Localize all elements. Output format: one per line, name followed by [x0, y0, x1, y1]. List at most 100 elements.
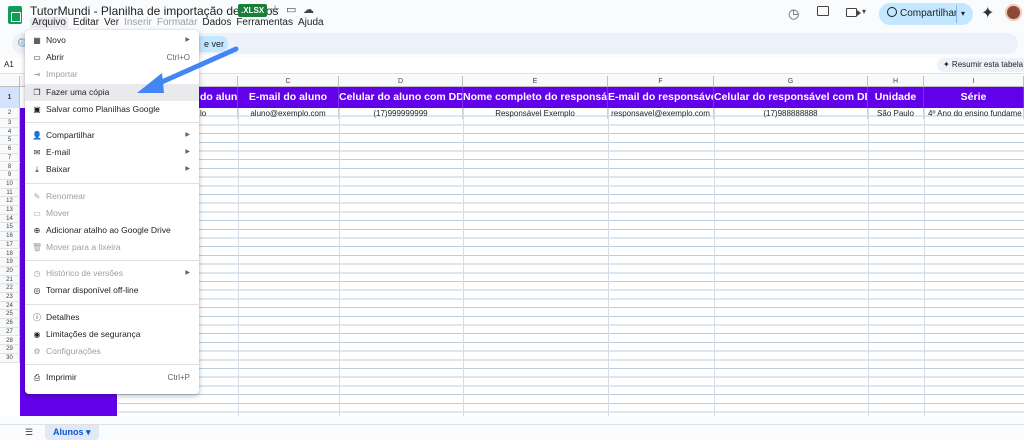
column-header[interactable]: H — [868, 76, 924, 87]
menu-item-compartilhar[interactable]: 👤 Compartilhar ▶ — [25, 127, 199, 144]
share-options-chevron-icon[interactable]: ▾ — [961, 3, 965, 25]
move-folder-icon[interactable]: ▭ — [286, 3, 296, 16]
menu-item-limitações-de-segurança[interactable]: ◉ Limitações de segurança — [25, 326, 199, 343]
menu-ajuda[interactable]: Ajuda — [298, 17, 324, 28]
all-sheets-menu-icon[interactable]: ☰ — [25, 427, 33, 438]
row-header[interactable]: 17 — [0, 240, 20, 250]
chevron-down-icon[interactable]: ▾ — [862, 7, 866, 16]
cloud-status-icon[interactable]: ☁ — [303, 3, 314, 16]
menu-item-detalhes[interactable]: ⓘ Detalhes — [25, 309, 199, 326]
menu-item-fazer-uma-cópia[interactable]: ❐ Fazer uma cópia — [25, 83, 199, 101]
sheet-tab[interactable]: Alunos ▾ — [45, 425, 99, 440]
row-header[interactable]: 24 — [0, 301, 20, 311]
trash-icon: 🗑 — [32, 243, 43, 253]
menu-arquivo[interactable]: Arquivo — [30, 17, 68, 28]
header-cell[interactable]: Série — [924, 87, 1024, 108]
menu-item-baixar[interactable]: ⤓ Baixar ▶ — [25, 161, 199, 178]
menu-item-label: Mover para a lixeira — [46, 242, 121, 253]
column-divider — [608, 108, 609, 416]
row-header[interactable]: 15 — [0, 223, 20, 233]
row-header[interactable]: 12 — [0, 197, 20, 206]
menu-item-mover[interactable]: ▭ Mover — [25, 205, 199, 222]
column-header[interactable]: G — [714, 76, 868, 87]
meet-icon[interactable] — [846, 8, 861, 17]
column-header[interactable]: C — [238, 76, 339, 87]
menu-separator — [25, 260, 199, 262]
download-icon: ⤓ — [35, 165, 39, 175]
header-cell[interactable]: E-mail do aluno — [238, 87, 339, 108]
menu-item-histórico-de-versões[interactable]: ◷ Histórico de versões ▶ — [25, 265, 199, 282]
row-header[interactable]: 27 — [0, 327, 20, 337]
summarize-table-button[interactable]: ✦ Resumir esta tabela — [937, 58, 1024, 72]
row-header[interactable]: 8 — [0, 162, 20, 172]
row-header[interactable]: 7 — [0, 153, 20, 163]
row-header[interactable]: 4 — [0, 127, 20, 137]
header-cell[interactable]: Unidade — [868, 87, 924, 108]
data-cell[interactable]: responsavel@exemplo.com — [608, 108, 714, 119]
row-header[interactable]: 2 — [0, 108, 20, 119]
data-cell[interactable]: (17)988888888 — [714, 108, 868, 119]
menu-item-imprimir[interactable]: ⎙ Imprimir Ctrl+P — [25, 369, 199, 386]
star-icon[interactable]: ☆ — [270, 3, 280, 16]
header-cell[interactable]: Celular do aluno com DDD — [339, 87, 463, 108]
menu-item-mover-para-a-lixeira[interactable]: 🗑 Mover para a lixeira — [25, 239, 199, 256]
column-header[interactable]: E — [463, 76, 608, 87]
row-header[interactable]: 13 — [0, 206, 20, 215]
row-header[interactable]: 21 — [0, 275, 20, 285]
menu-item-novo[interactable]: ▦ Novo ▶ — [25, 32, 199, 49]
menu-item-salvar-como-planilhas-google[interactable]: ▣ Salvar como Planilhas Google — [25, 101, 199, 118]
menu-inserir[interactable]: Inserir — [124, 17, 152, 28]
row-header[interactable]: 19 — [0, 258, 20, 267]
name-box[interactable]: A1 — [4, 60, 14, 69]
gemini-sparkle-icon[interactable]: ✦ — [981, 3, 994, 23]
row-header[interactable]: 14 — [0, 214, 20, 224]
menu-editar[interactable]: Editar — [73, 17, 99, 28]
data-cell[interactable]: 4º Ano do ensino fundame — [924, 108, 1024, 119]
row-header[interactable]: 10 — [0, 179, 20, 189]
menu-item-renomear[interactable]: ✎ Renomear — [25, 188, 199, 205]
data-cell[interactable]: São Paulo — [868, 108, 924, 119]
data-cell[interactable]: Responsável Exemplo — [463, 108, 608, 119]
row-header[interactable]: 11 — [0, 188, 20, 198]
menu-ver[interactable]: Ver — [104, 17, 119, 28]
row-header[interactable]: 22 — [0, 284, 20, 293]
row-header[interactable]: 3 — [0, 119, 20, 128]
row-header[interactable]: 25 — [0, 310, 20, 320]
row-header[interactable]: 28 — [0, 336, 20, 346]
menu-dados[interactable]: Dados — [202, 17, 231, 28]
menu-item-importar[interactable]: ⇥ Importar — [25, 66, 199, 83]
header-cell[interactable]: Celular do responsável com DDD — [714, 87, 868, 108]
menu-item-abrir[interactable]: ▭ Abrir Ctrl+O — [25, 49, 199, 66]
data-cell[interactable]: aluno@exemplo.com — [238, 108, 339, 119]
column-header[interactable]: I — [924, 76, 1024, 87]
header-cell[interactable]: Nome completo do responsável — [463, 87, 608, 108]
menu-item-configurações[interactable]: ⚙ Configurações — [25, 343, 199, 360]
row-header[interactable]: 30 — [0, 353, 20, 363]
row-header[interactable]: 20 — [0, 266, 20, 276]
row-header[interactable]: 5 — [0, 136, 20, 146]
header-cell[interactable]: E-mail do responsável — [608, 87, 714, 108]
row-header[interactable]: 29 — [0, 345, 20, 354]
comments-icon[interactable] — [817, 6, 829, 16]
select-all-corner[interactable] — [0, 76, 20, 87]
row-header[interactable]: 18 — [0, 249, 20, 259]
row-header[interactable]: 9 — [0, 171, 20, 180]
row-header[interactable]: 6 — [0, 145, 20, 154]
column-header[interactable]: D — [339, 76, 463, 87]
row-header[interactable]: 26 — [0, 319, 20, 328]
menu-item-adicionar-atalho-ao-google-drive[interactable]: ⊕ Adicionar atalho ao Google Drive — [25, 222, 199, 239]
row-header[interactable]: 16 — [0, 232, 20, 241]
column-header[interactable]: F — [608, 76, 714, 87]
share-button[interactable]: Compartilhar ▾ — [879, 3, 973, 25]
avatar[interactable] — [1005, 4, 1022, 21]
menu-formatar[interactable]: Formatar — [157, 17, 198, 28]
menu-item-e-mail[interactable]: ✉ E-mail ▶ — [25, 144, 199, 161]
menu-ferramentas[interactable]: Ferramentas — [236, 17, 293, 28]
menu-item-tornar-disponível-off-line[interactable]: ◎ Tornar disponível off-line — [25, 282, 199, 299]
sheets-logo-icon[interactable] — [8, 6, 22, 24]
row-header[interactable]: 1 — [0, 87, 20, 108]
drive-shortcut-icon: ⊕ — [33, 225, 41, 235]
version-history-icon[interactable]: ◷ — [788, 6, 799, 22]
row-header[interactable]: 23 — [0, 293, 20, 302]
data-cell[interactable]: (17)999999999 — [339, 108, 463, 119]
